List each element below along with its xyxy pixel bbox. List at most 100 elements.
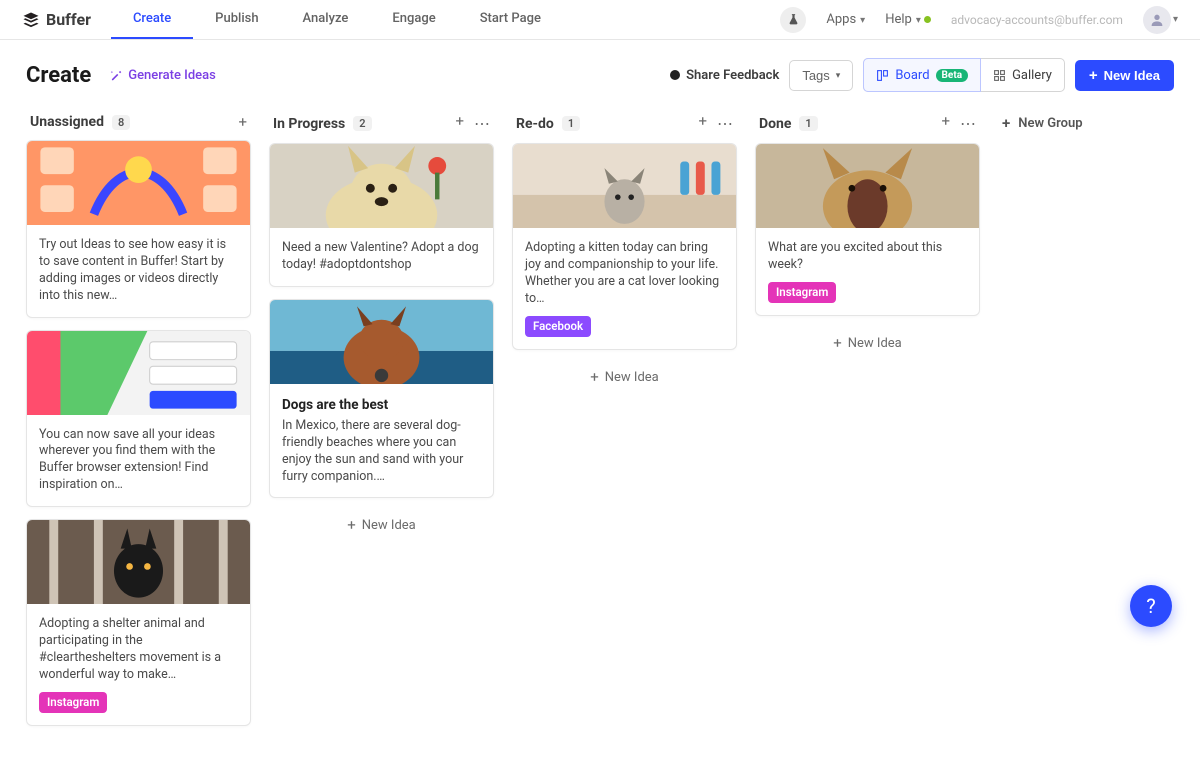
card-thumbnail bbox=[27, 520, 250, 604]
column-title: Re-do bbox=[516, 116, 554, 132]
card-text: In Mexico, there are several dog-friendl… bbox=[282, 418, 481, 486]
magic-wand-icon bbox=[109, 68, 123, 82]
user-avatar[interactable]: ▾ bbox=[1143, 6, 1178, 34]
channel-tag-instagram: Instagram bbox=[39, 692, 107, 714]
column-title: In Progress bbox=[273, 116, 345, 132]
column-count: 8 bbox=[112, 115, 130, 130]
card[interactable]: Adopting a shelter animal and participat… bbox=[26, 519, 251, 726]
apps-menu[interactable]: Apps bbox=[826, 12, 865, 27]
comment-icon bbox=[670, 70, 680, 80]
tags-filter-button[interactable]: Tags ▾ bbox=[789, 60, 853, 91]
nav-tab-analyze[interactable]: Analyze bbox=[281, 0, 371, 39]
card-thumbnail bbox=[513, 144, 736, 228]
card-thumbnail bbox=[27, 141, 250, 225]
nav-tab-engage[interactable]: Engage bbox=[370, 0, 457, 39]
nav-tab-publish[interactable]: Publish bbox=[193, 0, 280, 39]
beta-badge: Beta bbox=[936, 69, 969, 82]
column-header: Re-do 1 + bbox=[512, 114, 737, 143]
card[interactable]: Dogs are the best In Mexico, there are s… bbox=[269, 299, 494, 499]
nav-tab-start-page[interactable]: Start Page bbox=[458, 0, 563, 39]
view-board-button[interactable]: Board Beta bbox=[863, 58, 981, 92]
gallery-label: Gallery bbox=[1012, 68, 1052, 83]
card-title: Dogs are the best bbox=[282, 396, 481, 414]
add-card-button[interactable]: + bbox=[941, 114, 950, 133]
card[interactable]: Adopting a kitten today can bring joy an… bbox=[512, 143, 737, 350]
new-idea-row[interactable]: + New Idea bbox=[512, 362, 737, 393]
plus-icon: + bbox=[1002, 116, 1010, 131]
plus-icon: + bbox=[590, 370, 599, 385]
board-icon bbox=[876, 69, 889, 82]
apps-label: Apps bbox=[826, 12, 856, 27]
nav-tabs: Create Publish Analyze Engage Start Page bbox=[111, 0, 563, 39]
column-count: 1 bbox=[562, 116, 580, 131]
card-text: Adopting a shelter animal and participat… bbox=[39, 616, 238, 684]
brand-text: Buffer bbox=[46, 10, 91, 29]
brand-logo[interactable]: Buffer bbox=[22, 10, 91, 29]
gallery-icon bbox=[993, 69, 1006, 82]
column-in-progress: In Progress 2 + Need a new Valentine? Ad… bbox=[269, 114, 494, 541]
add-card-button[interactable]: + bbox=[238, 115, 247, 130]
help-fab[interactable]: ? bbox=[1130, 585, 1172, 627]
user-email: advocacy-accounts@buffer.com bbox=[951, 13, 1123, 27]
new-group-button[interactable]: + New Group bbox=[998, 114, 1087, 135]
plus-icon: + bbox=[1089, 68, 1098, 83]
card[interactable]: What are you excited about this week? In… bbox=[755, 143, 980, 316]
new-idea-row-label: New Idea bbox=[848, 336, 902, 351]
column-header: Unassigned 8 + bbox=[26, 114, 251, 140]
avatar-icon bbox=[1143, 6, 1171, 34]
card[interactable]: Try out Ideas to see how easy it is to s… bbox=[26, 140, 251, 318]
new-idea-row[interactable]: + New Idea bbox=[269, 510, 494, 541]
new-idea-button[interactable]: + New Idea bbox=[1075, 60, 1174, 91]
new-group-label: New Group bbox=[1018, 116, 1082, 131]
page-header: Create Generate Ideas Share Feedback Tag… bbox=[0, 40, 1200, 102]
column-header: In Progress 2 + bbox=[269, 114, 494, 143]
column-redo: Re-do 1 + Adopting a kitten today can br… bbox=[512, 114, 737, 393]
new-idea-row-label: New Idea bbox=[362, 518, 416, 533]
card-text: You can now save all your ideas wherever… bbox=[27, 415, 250, 507]
generate-ideas-button[interactable]: Generate Ideas bbox=[109, 68, 216, 83]
column-header: Done 1 + bbox=[755, 114, 980, 143]
card[interactable]: Need a new Valentine? Adopt a dog today!… bbox=[269, 143, 494, 287]
column-unassigned: Unassigned 8 + Try out Ideas to see how … bbox=[26, 114, 251, 738]
nav-tab-create[interactable]: Create bbox=[111, 0, 193, 39]
plus-icon: + bbox=[347, 518, 356, 533]
column-title: Unassigned bbox=[30, 114, 104, 130]
add-card-button[interactable]: + bbox=[698, 114, 707, 133]
header-actions: Share Feedback Tags ▾ Board Beta Gallery… bbox=[670, 58, 1174, 92]
card-thumbnail bbox=[27, 331, 250, 415]
help-label: Help bbox=[885, 12, 912, 27]
experiments-button[interactable] bbox=[780, 7, 806, 33]
card[interactable]: You can now save all your ideas wherever… bbox=[26, 330, 251, 508]
view-gallery-button[interactable]: Gallery bbox=[981, 59, 1064, 91]
channel-tag-instagram: Instagram bbox=[768, 282, 836, 304]
column-count: 2 bbox=[353, 116, 371, 131]
card-thumbnail bbox=[270, 144, 493, 228]
column-done: Done 1 + What are you excited about this… bbox=[755, 114, 980, 359]
status-dot-icon bbox=[924, 16, 931, 23]
channel-tag-facebook: Facebook bbox=[525, 316, 591, 338]
top-nav: Buffer Create Publish Analyze Engage Sta… bbox=[0, 0, 1200, 40]
board-label: Board bbox=[895, 68, 929, 83]
new-idea-row-label: New Idea bbox=[605, 370, 659, 385]
flask-icon bbox=[787, 13, 800, 26]
chevron-down-icon: ▾ bbox=[1173, 14, 1178, 25]
share-feedback-label: Share Feedback bbox=[686, 68, 779, 83]
card-text: Need a new Valentine? Adopt a dog today!… bbox=[270, 228, 493, 286]
nav-right: Apps Help advocacy-accounts@buffer.com ▾ bbox=[780, 6, 1178, 34]
column-menu-button[interactable] bbox=[717, 114, 733, 133]
column-count: 1 bbox=[799, 116, 817, 131]
add-card-button[interactable]: + bbox=[455, 114, 464, 133]
help-icon: ? bbox=[1146, 594, 1155, 618]
board: Unassigned 8 + Try out Ideas to see how … bbox=[0, 102, 1200, 774]
column-title: Done bbox=[759, 116, 791, 132]
share-feedback-button[interactable]: Share Feedback bbox=[670, 68, 779, 83]
card-thumbnail bbox=[756, 144, 979, 228]
tags-label: Tags bbox=[802, 68, 829, 83]
generate-ideas-label: Generate Ideas bbox=[128, 68, 216, 83]
new-idea-label: New Idea bbox=[1104, 68, 1160, 83]
new-idea-row[interactable]: + New Idea bbox=[755, 328, 980, 359]
column-menu-button[interactable] bbox=[960, 114, 976, 133]
column-menu-button[interactable] bbox=[474, 114, 490, 133]
help-menu[interactable]: Help bbox=[885, 12, 931, 27]
page-title: Create bbox=[26, 63, 91, 88]
